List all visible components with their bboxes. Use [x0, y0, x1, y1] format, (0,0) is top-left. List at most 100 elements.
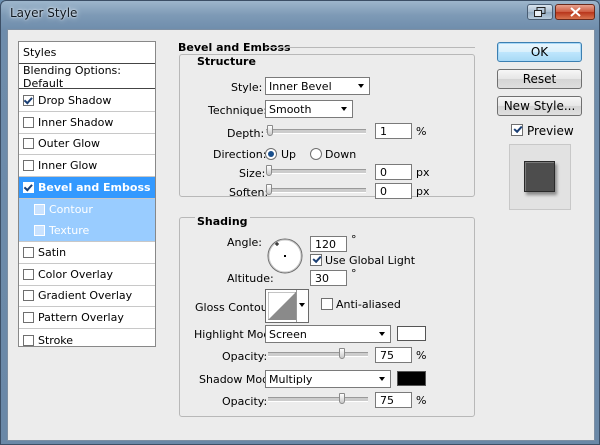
- shadow-opacity-field[interactable]: 75: [375, 392, 412, 408]
- bevel-emboss-panel: Bevel and Emboss Structure Style: Inner …: [167, 35, 485, 429]
- checkbox[interactable]: [23, 269, 34, 280]
- checkbox[interactable]: [23, 312, 34, 323]
- soften-field[interactable]: 0: [375, 183, 412, 199]
- highlight-mode-value: Screen: [269, 327, 307, 341]
- shading-heading: Shading: [195, 215, 250, 228]
- soften-slider[interactable]: [266, 184, 366, 195]
- list-item-bevel-and-emboss[interactable]: Bevel and Emboss: [19, 177, 155, 199]
- structure-group: [179, 54, 475, 197]
- angle-unit: °: [351, 233, 357, 246]
- gloss-contour-picker[interactable]: [265, 289, 309, 323]
- divider: [265, 47, 475, 48]
- angle-value: 120: [315, 237, 336, 251]
- shadow-opacity-label: Opacity:: [222, 395, 268, 408]
- list-item-label: Contour: [49, 203, 93, 216]
- shadow-mode-select[interactable]: Multiply: [265, 370, 391, 388]
- shadow-mode-value: Multiply: [269, 372, 313, 386]
- list-item-label: Drop Shadow: [38, 94, 112, 107]
- highlight-mode-select[interactable]: Screen: [265, 325, 391, 343]
- depth-field[interactable]: 1: [375, 123, 412, 139]
- size-field[interactable]: 0: [375, 164, 412, 180]
- checkbox[interactable]: [23, 138, 34, 149]
- new-style-button[interactable]: New Style...: [497, 96, 582, 116]
- style-label: Style:: [231, 81, 263, 94]
- checkbox[interactable]: [34, 225, 45, 236]
- chevron-down-icon: [379, 377, 385, 381]
- close-button[interactable]: [555, 4, 595, 20]
- style-select[interactable]: Inner Bevel: [265, 77, 370, 95]
- list-item-label: Inner Glow: [38, 159, 98, 172]
- list-item-label: Gradient Overlay: [38, 289, 133, 302]
- slider-handle[interactable]: [266, 165, 272, 176]
- checkbox[interactable]: [23, 160, 34, 171]
- contour-preview-icon: [268, 292, 296, 320]
- dialog-client: Styles Blending Options: Default Drop Sh…: [7, 29, 595, 441]
- list-item-color-overlay[interactable]: Color Overlay: [19, 264, 155, 286]
- slider-handle[interactable]: [339, 393, 345, 404]
- title-bar[interactable]: Layer Style: [1, 1, 599, 27]
- slider-handle[interactable]: [266, 184, 272, 195]
- restore-button[interactable]: [527, 4, 553, 20]
- depth-slider[interactable]: [266, 125, 366, 136]
- checkbox[interactable]: [23, 247, 34, 258]
- shadow-color-swatch[interactable]: [397, 371, 426, 386]
- styles-header[interactable]: Styles: [19, 42, 155, 64]
- size-slider[interactable]: [266, 165, 366, 176]
- altitude-unit: °: [351, 267, 357, 280]
- soften-value: 0: [380, 184, 387, 198]
- size-label: Size:: [239, 167, 266, 180]
- dropdown-segment[interactable]: [296, 290, 307, 322]
- shadow-opacity-slider[interactable]: [268, 393, 368, 404]
- list-item-pattern-overlay[interactable]: Pattern Overlay: [19, 307, 155, 329]
- layer-style-window: Layer Style Styles Blending Options: Def…: [0, 0, 600, 445]
- list-item-label: Stroke: [38, 333, 74, 347]
- use-global-light-checkbox[interactable]: [310, 254, 322, 266]
- list-item-outer-glow[interactable]: Outer Glow: [19, 133, 155, 155]
- checkbox[interactable]: [23, 182, 34, 193]
- checkbox[interactable]: [34, 204, 45, 215]
- close-icon: [569, 7, 581, 17]
- technique-label: Technique:: [208, 104, 268, 117]
- highlight-opacity-label: Opacity:: [222, 350, 268, 363]
- style-preview-thumbnail: [509, 144, 571, 210]
- list-item-label: Outer Glow: [38, 137, 101, 150]
- blending-options-item[interactable]: Blending Options: Default: [19, 64, 155, 90]
- list-item-texture[interactable]: Texture: [19, 220, 155, 242]
- list-item-drop-shadow[interactable]: Drop Shadow: [19, 90, 155, 112]
- direction-down-radio[interactable]: [310, 148, 322, 160]
- list-item-stroke[interactable]: Stroke: [19, 329, 155, 351]
- angle-dial[interactable]: [266, 237, 304, 275]
- list-item-satin[interactable]: Satin: [19, 242, 155, 264]
- direction-up-label: Up: [281, 148, 297, 161]
- list-item-inner-shadow[interactable]: Inner Shadow: [19, 112, 155, 134]
- list-item-gradient-overlay[interactable]: Gradient Overlay: [19, 285, 155, 307]
- angle-label: Angle:: [227, 236, 263, 249]
- slider-handle[interactable]: [267, 125, 273, 136]
- reset-button[interactable]: Reset: [497, 69, 582, 89]
- list-item-inner-glow[interactable]: Inner Glow: [19, 155, 155, 177]
- list-item-contour[interactable]: Contour: [19, 199, 155, 221]
- highlight-opacity-value: 75: [380, 348, 394, 362]
- direction-up-radio[interactable]: [265, 148, 277, 160]
- angle-field[interactable]: 120: [310, 236, 347, 252]
- checkbox[interactable]: [23, 95, 34, 106]
- restore-icon: [534, 7, 546, 17]
- size-unit: px: [416, 166, 430, 179]
- checkbox[interactable]: [23, 290, 34, 301]
- highlight-opacity-field[interactable]: 75: [375, 347, 412, 363]
- shadow-opacity-value: 75: [380, 393, 394, 407]
- highlight-opacity-slider[interactable]: [268, 348, 368, 359]
- depth-unit: %: [416, 125, 427, 138]
- altitude-field[interactable]: 30: [310, 270, 347, 286]
- depth-label: Depth:: [227, 127, 265, 140]
- checkbox[interactable]: [23, 334, 34, 346]
- highlight-color-swatch[interactable]: [397, 326, 426, 341]
- highlight-opacity-unit: %: [416, 349, 427, 362]
- preview-checkbox[interactable]: [511, 124, 523, 136]
- technique-select[interactable]: Smooth: [265, 100, 353, 118]
- checkbox[interactable]: [23, 117, 34, 128]
- slider-handle[interactable]: [339, 348, 345, 359]
- anti-aliased-checkbox[interactable]: [321, 298, 333, 310]
- ok-button[interactable]: OK: [497, 42, 582, 62]
- chevron-down-icon: [341, 107, 347, 111]
